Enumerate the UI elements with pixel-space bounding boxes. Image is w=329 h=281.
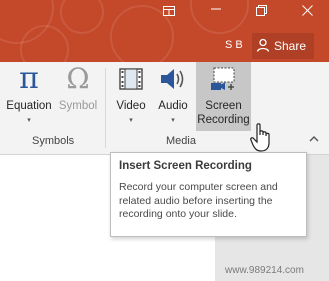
share-label: Share	[274, 39, 307, 53]
chevron-down-icon: ▾	[129, 117, 133, 124]
collapse-ribbon-icon[interactable]	[309, 134, 319, 145]
group-label-symbols: Symbols	[32, 135, 75, 147]
close-icon[interactable]	[302, 5, 313, 19]
film-strip-icon	[119, 68, 143, 93]
background-swirl	[60, 0, 104, 34]
audio-button[interactable]: Audio ▾	[153, 62, 193, 132]
group-label-media: Media	[166, 135, 196, 147]
chevron-down-icon: ▾	[171, 117, 175, 124]
ribbon-display-options-icon[interactable]	[163, 5, 175, 19]
title-bar: S B Share	[0, 0, 329, 62]
video-button[interactable]: Video ▾	[112, 62, 150, 132]
restore-icon[interactable]	[256, 5, 267, 19]
audio-label: Audio	[158, 100, 188, 112]
share-button[interactable]: Share	[252, 33, 314, 59]
screen-recording-icon	[210, 67, 238, 94]
person-icon	[256, 38, 270, 55]
tooltip-description: Record your computer screen and related …	[119, 181, 278, 220]
pi-icon: π	[19, 61, 39, 96]
symbol-label: Symbol	[58, 100, 98, 112]
speaker-icon	[159, 66, 187, 95]
ribbon: π Equation ▾ Ω Symbol Video ▾ Audio ▾ Sc…	[0, 62, 329, 155]
chevron-down-icon: ▾	[27, 117, 31, 124]
equation-button[interactable]: π Equation ▾	[4, 62, 54, 132]
group-separator	[105, 68, 106, 148]
screen-recording-label-line2: Recording	[197, 114, 250, 126]
minimize-icon[interactable]	[210, 2, 222, 17]
equation-label: Equation	[6, 100, 52, 112]
symbol-button[interactable]: Ω Symbol	[55, 62, 101, 132]
hand-cursor-icon	[250, 123, 272, 158]
background-swirl	[20, 25, 69, 62]
omega-icon: Ω	[66, 62, 90, 95]
watermark-text: www.989214.com	[225, 265, 304, 276]
screen-recording-tooltip: Insert Screen Recording Record your comp…	[110, 152, 307, 237]
screen-recording-button[interactable]: Screen Recording	[196, 62, 251, 131]
user-initials[interactable]: S B	[225, 39, 243, 51]
tooltip-title: Insert Screen Recording	[119, 160, 252, 172]
video-label: Video	[116, 100, 146, 112]
screen-recording-label-line1: Screen	[205, 100, 242, 112]
